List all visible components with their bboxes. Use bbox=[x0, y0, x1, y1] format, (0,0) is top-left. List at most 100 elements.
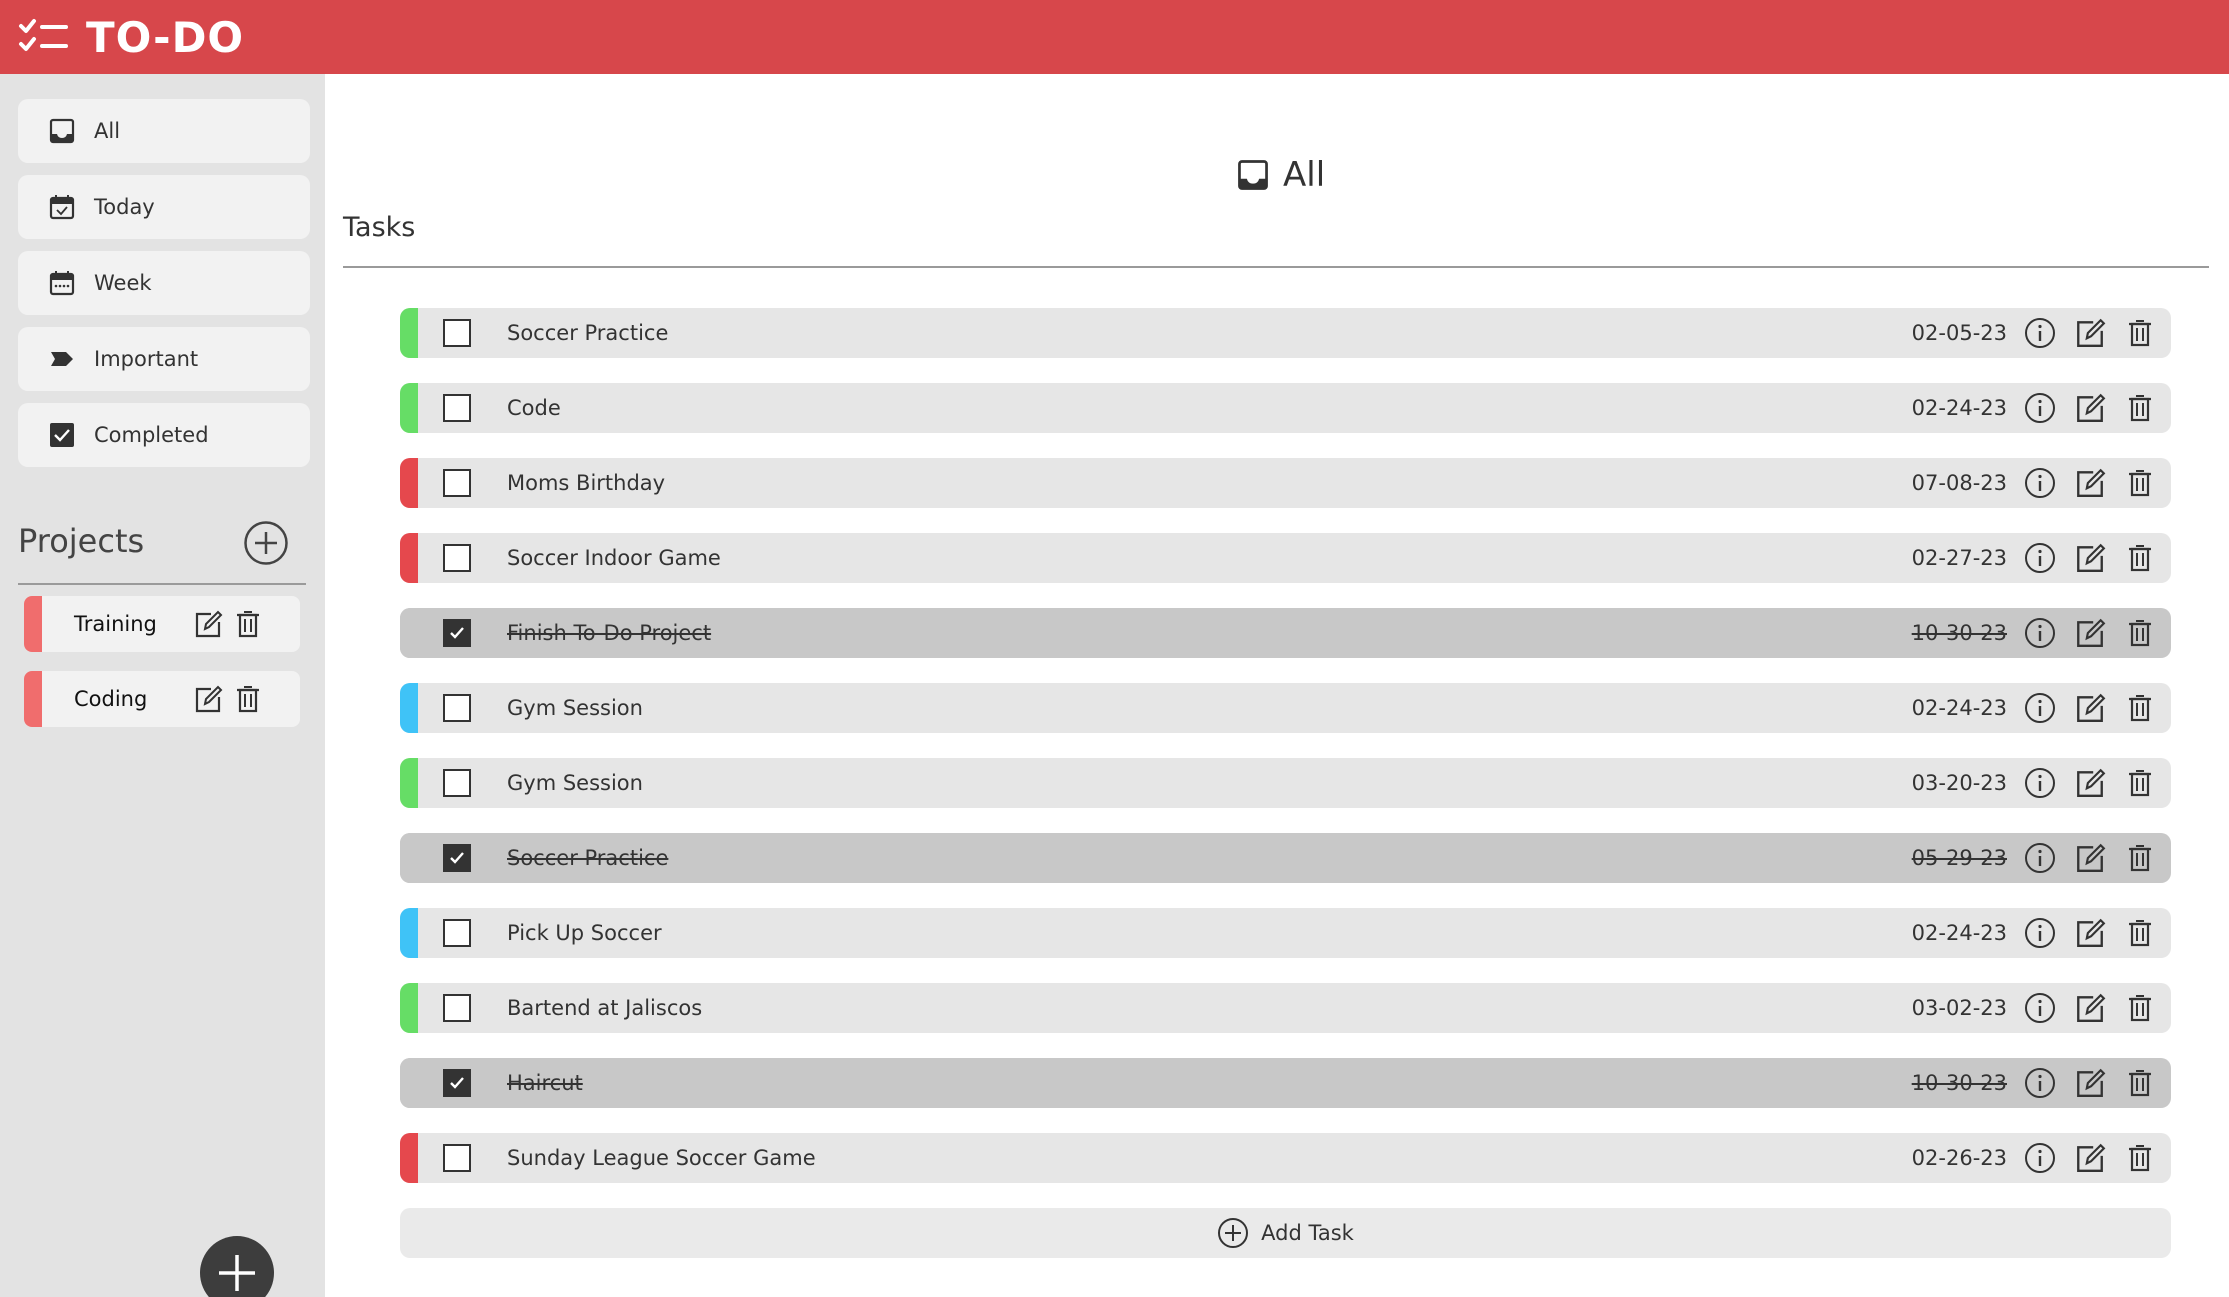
task-row[interactable]: Code 02-24-23 bbox=[400, 383, 2171, 433]
edit-icon[interactable] bbox=[2073, 991, 2107, 1025]
task-row[interactable]: Moms Birthday 07-08-23 bbox=[400, 458, 2171, 508]
trash-icon[interactable] bbox=[2123, 466, 2157, 500]
edit-icon[interactable] bbox=[2073, 1141, 2107, 1175]
add-fab-button[interactable] bbox=[200, 1236, 274, 1297]
task-checkbox[interactable] bbox=[443, 844, 471, 872]
task-row[interactable]: Soccer Indoor Game 02-27-23 bbox=[400, 533, 2171, 583]
task-checkbox[interactable] bbox=[443, 619, 471, 647]
task-checkbox[interactable] bbox=[443, 1144, 471, 1172]
trash-icon[interactable] bbox=[2123, 841, 2157, 875]
edit-icon[interactable] bbox=[2073, 1066, 2107, 1100]
task-name: Bartend at Jaliscos bbox=[507, 996, 703, 1020]
task-checkbox[interactable] bbox=[443, 544, 471, 572]
priority-indicator bbox=[400, 758, 418, 808]
task-checkbox[interactable] bbox=[443, 694, 471, 722]
task-row[interactable]: Gym Session 03-20-23 bbox=[400, 758, 2171, 808]
info-icon[interactable] bbox=[2023, 1066, 2057, 1100]
view-title: All bbox=[1237, 155, 1325, 195]
trash-icon[interactable] bbox=[2123, 916, 2157, 950]
task-checkbox[interactable] bbox=[443, 994, 471, 1022]
add-task-button[interactable]: Add Task bbox=[400, 1208, 2171, 1258]
edit-icon[interactable] bbox=[2073, 466, 2107, 500]
task-checkbox[interactable] bbox=[443, 1069, 471, 1097]
task-row[interactable]: Pick Up Soccer 02-24-23 bbox=[400, 908, 2171, 958]
project-item-training[interactable]: Training bbox=[24, 596, 300, 652]
add-project-button[interactable] bbox=[243, 520, 289, 566]
plus-icon bbox=[219, 1255, 255, 1291]
trash-icon[interactable] bbox=[2123, 391, 2157, 425]
task-checkbox[interactable] bbox=[443, 769, 471, 797]
edit-icon[interactable] bbox=[2073, 616, 2107, 650]
app-title: TO-DO bbox=[86, 12, 245, 62]
trash-icon[interactable] bbox=[2123, 1141, 2157, 1175]
edit-icon[interactable] bbox=[2073, 391, 2107, 425]
info-icon[interactable] bbox=[2023, 766, 2057, 800]
nav-item-today[interactable]: Today bbox=[18, 175, 310, 239]
nav-item-completed[interactable]: Completed bbox=[18, 403, 310, 467]
info-icon[interactable] bbox=[2023, 841, 2057, 875]
priority-indicator bbox=[400, 308, 418, 358]
project-label: Training bbox=[74, 612, 157, 636]
task-row[interactable]: Sunday League Soccer Game 02-26-23 bbox=[400, 1133, 2171, 1183]
edit-icon[interactable] bbox=[2073, 916, 2107, 950]
task-checkbox[interactable] bbox=[443, 469, 471, 497]
task-name: Soccer Practice bbox=[507, 846, 669, 870]
task-row[interactable]: Haircut 10-30-23 bbox=[400, 1058, 2171, 1108]
trash-icon[interactable] bbox=[2123, 991, 2157, 1025]
nav-item-important[interactable]: Important bbox=[18, 327, 310, 391]
priority-indicator bbox=[400, 383, 418, 433]
task-name: Moms Birthday bbox=[507, 471, 666, 495]
nav-item-all[interactable]: All bbox=[18, 99, 310, 163]
trash-icon[interactable] bbox=[2123, 616, 2157, 650]
edit-icon[interactable] bbox=[2073, 541, 2107, 575]
info-icon[interactable] bbox=[2023, 691, 2057, 725]
trash-icon[interactable] bbox=[2123, 766, 2157, 800]
task-row[interactable]: Bartend at Jaliscos 03-02-23 bbox=[400, 983, 2171, 1033]
info-icon[interactable] bbox=[2023, 391, 2057, 425]
trash-icon[interactable] bbox=[2123, 1066, 2157, 1100]
nav-label: Week bbox=[94, 271, 152, 295]
info-icon[interactable] bbox=[2023, 916, 2057, 950]
info-icon[interactable] bbox=[2023, 541, 2057, 575]
plus-circle-icon bbox=[1217, 1217, 1249, 1249]
info-icon[interactable] bbox=[2023, 616, 2057, 650]
task-checkbox[interactable] bbox=[443, 919, 471, 947]
task-date: 02-24-23 bbox=[1911, 396, 2007, 420]
trash-icon[interactable] bbox=[2123, 541, 2157, 575]
nav-label: Today bbox=[94, 195, 155, 219]
edit-icon[interactable] bbox=[2073, 691, 2107, 725]
task-row[interactable]: Finish To-Do Project 10-30-23 bbox=[400, 608, 2171, 658]
task-name: Gym Session bbox=[507, 771, 643, 795]
info-icon[interactable] bbox=[2023, 1141, 2057, 1175]
edit-icon[interactable] bbox=[192, 608, 224, 640]
checkbox-checked-icon bbox=[48, 421, 76, 449]
edit-icon[interactable] bbox=[2073, 766, 2107, 800]
info-icon[interactable] bbox=[2023, 991, 2057, 1025]
priority-indicator bbox=[400, 908, 418, 958]
task-date: 03-02-23 bbox=[1911, 996, 2007, 1020]
task-row[interactable]: Soccer Practice 02-05-23 bbox=[400, 308, 2171, 358]
task-name: Pick Up Soccer bbox=[507, 921, 662, 945]
trash-icon[interactable] bbox=[2123, 316, 2157, 350]
project-item-coding[interactable]: Coding bbox=[24, 671, 300, 727]
plus-circle-icon bbox=[244, 521, 288, 565]
task-date: 10-30-23 bbox=[1911, 621, 2007, 645]
trash-icon[interactable] bbox=[2123, 691, 2157, 725]
task-row[interactable]: Gym Session 02-24-23 bbox=[400, 683, 2171, 733]
nav-item-week[interactable]: Week bbox=[18, 251, 310, 315]
trash-icon[interactable] bbox=[232, 608, 264, 640]
task-date: 03-20-23 bbox=[1911, 771, 2007, 795]
edit-icon[interactable] bbox=[192, 683, 224, 715]
info-icon[interactable] bbox=[2023, 316, 2057, 350]
app-header: TO-DO bbox=[0, 0, 2229, 74]
task-checkbox[interactable] bbox=[443, 319, 471, 347]
task-checkbox[interactable] bbox=[443, 394, 471, 422]
trash-icon[interactable] bbox=[232, 683, 264, 715]
info-icon[interactable] bbox=[2023, 466, 2057, 500]
task-row[interactable]: Soccer Practice 05-29-23 bbox=[400, 833, 2171, 883]
edit-icon[interactable] bbox=[2073, 841, 2107, 875]
add-task-label: Add Task bbox=[1261, 1221, 1354, 1245]
edit-icon[interactable] bbox=[2073, 316, 2107, 350]
projects-title: Projects bbox=[18, 522, 145, 560]
section-divider bbox=[343, 266, 2209, 268]
